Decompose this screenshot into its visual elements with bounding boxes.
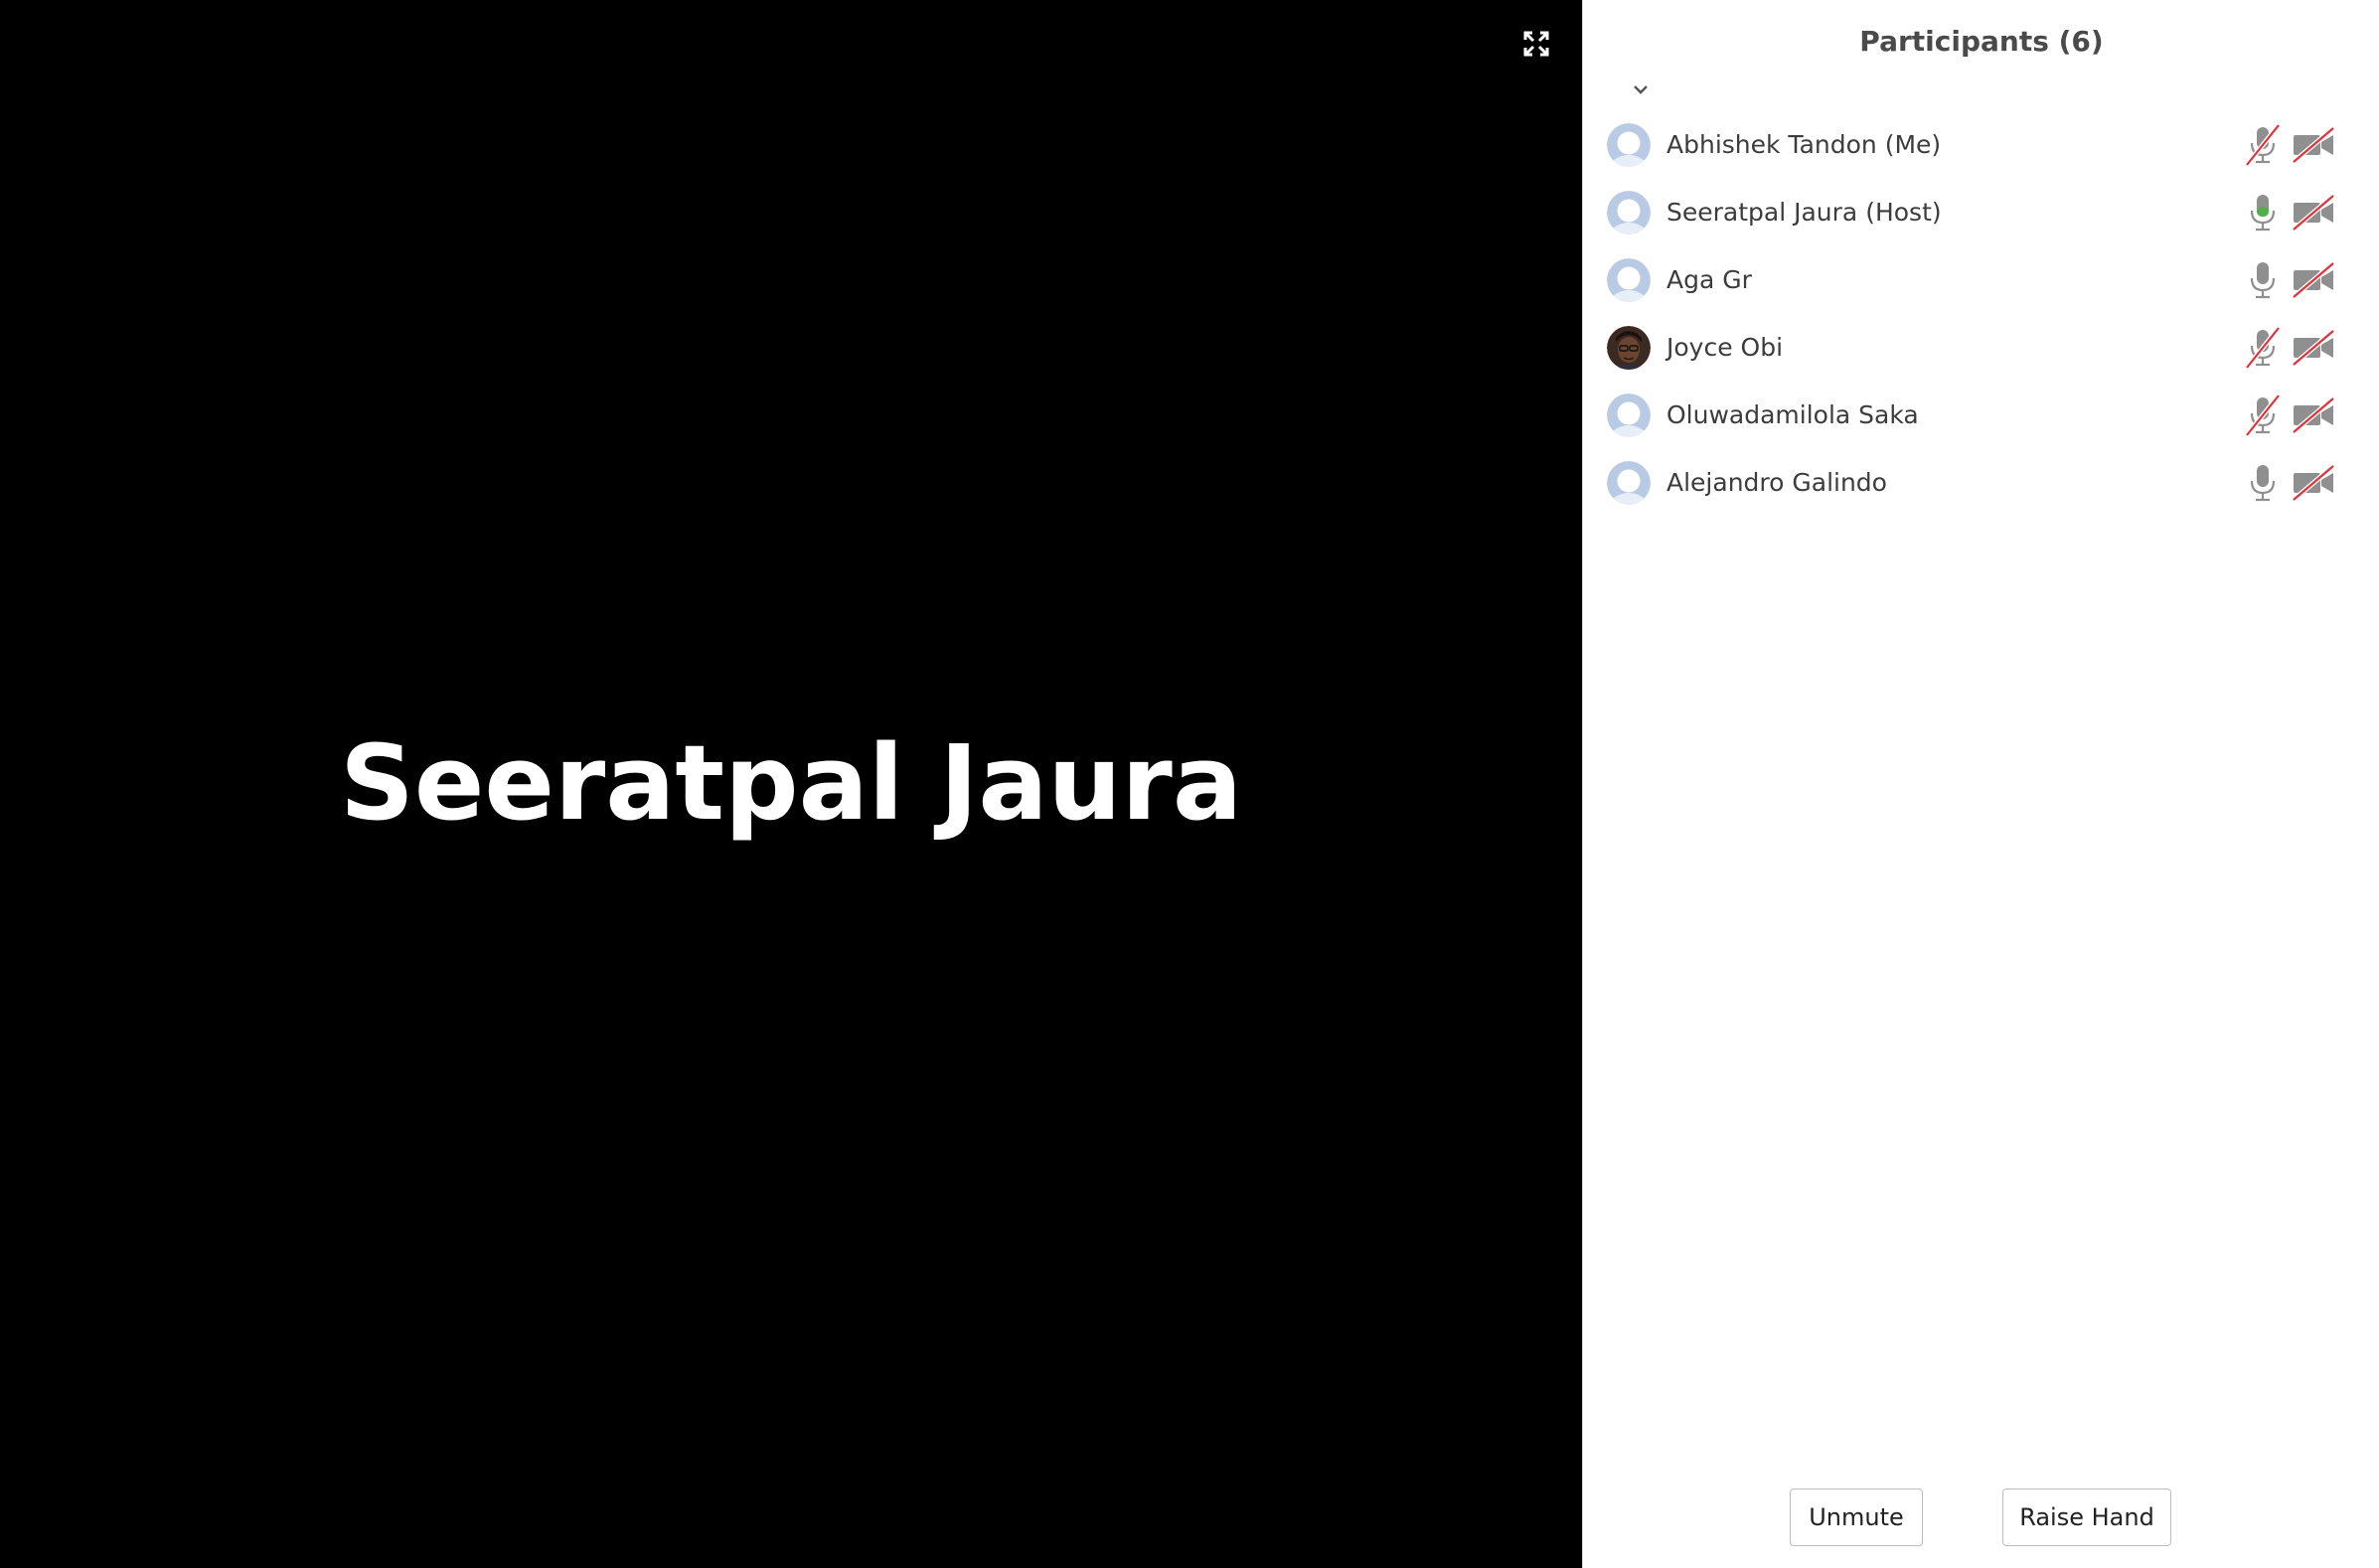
mic-on-icon[interactable] bbox=[2243, 258, 2283, 302]
mic-speaking-icon[interactable] bbox=[2243, 191, 2283, 235]
participant-name: Oluwadamilola Saka bbox=[1666, 400, 1919, 429]
video-off-icon[interactable] bbox=[2291, 328, 2336, 368]
participant-name: Abhishek Tandon (Me) bbox=[1666, 130, 1942, 159]
participant-row[interactable]: Oluwadamilola Saka bbox=[1583, 382, 2379, 449]
mic-on-icon[interactable] bbox=[2243, 461, 2283, 505]
video-off-icon[interactable] bbox=[2291, 463, 2336, 503]
default-avatar-icon bbox=[1607, 123, 1651, 167]
video-stage: Seeratpal Jaura bbox=[0, 0, 1582, 1568]
default-avatar-icon bbox=[1607, 191, 1651, 235]
participant-name: Alejandro Galindo bbox=[1666, 468, 1887, 497]
unmute-button[interactable]: Unmute bbox=[1790, 1489, 1923, 1546]
mic-muted-icon[interactable] bbox=[2243, 123, 2283, 167]
participant-row[interactable]: Seeratpal Jaura (Host) bbox=[1583, 179, 2379, 246]
raise-hand-button[interactable]: Raise Hand bbox=[2002, 1489, 2171, 1546]
participants-panel: Participants (6) Abhishek Tandon (Me) Se… bbox=[1582, 0, 2379, 1568]
participant-row[interactable]: Alejandro Galindo bbox=[1583, 449, 2379, 517]
mic-muted-icon[interactable] bbox=[2243, 393, 2283, 437]
default-avatar-icon bbox=[1607, 461, 1651, 505]
participant-list: Abhishek Tandon (Me) Seeratpal Jaura (Ho… bbox=[1583, 111, 2379, 517]
chevron-down-icon[interactable] bbox=[1629, 79, 1653, 99]
video-off-icon[interactable] bbox=[2291, 125, 2336, 165]
participant-name: Joyce Obi bbox=[1666, 333, 1784, 362]
active-speaker-name: Seeratpal Jaura bbox=[339, 722, 1243, 844]
participant-row[interactable]: Aga Gr bbox=[1583, 246, 2379, 314]
panel-title: Participants (6) bbox=[1859, 25, 2104, 58]
default-avatar-icon bbox=[1607, 393, 1651, 437]
fullscreen-icon[interactable] bbox=[1522, 30, 1550, 58]
participant-name: Seeratpal Jaura (Host) bbox=[1666, 198, 1942, 227]
video-off-icon[interactable] bbox=[2291, 260, 2336, 300]
meeting-window: Seeratpal Jaura Participants (6) Abhishe… bbox=[0, 0, 2379, 1568]
participant-row[interactable]: Joyce Obi bbox=[1583, 314, 2379, 382]
default-avatar-icon bbox=[1607, 258, 1651, 302]
video-off-icon[interactable] bbox=[2291, 193, 2336, 233]
participant-name: Aga Gr bbox=[1666, 265, 1752, 294]
video-off-icon[interactable] bbox=[2291, 395, 2336, 435]
participant-row[interactable]: Abhishek Tandon (Me) bbox=[1583, 111, 2379, 179]
mic-muted-icon[interactable] bbox=[2243, 326, 2283, 370]
photo-avatar bbox=[1607, 326, 1651, 370]
